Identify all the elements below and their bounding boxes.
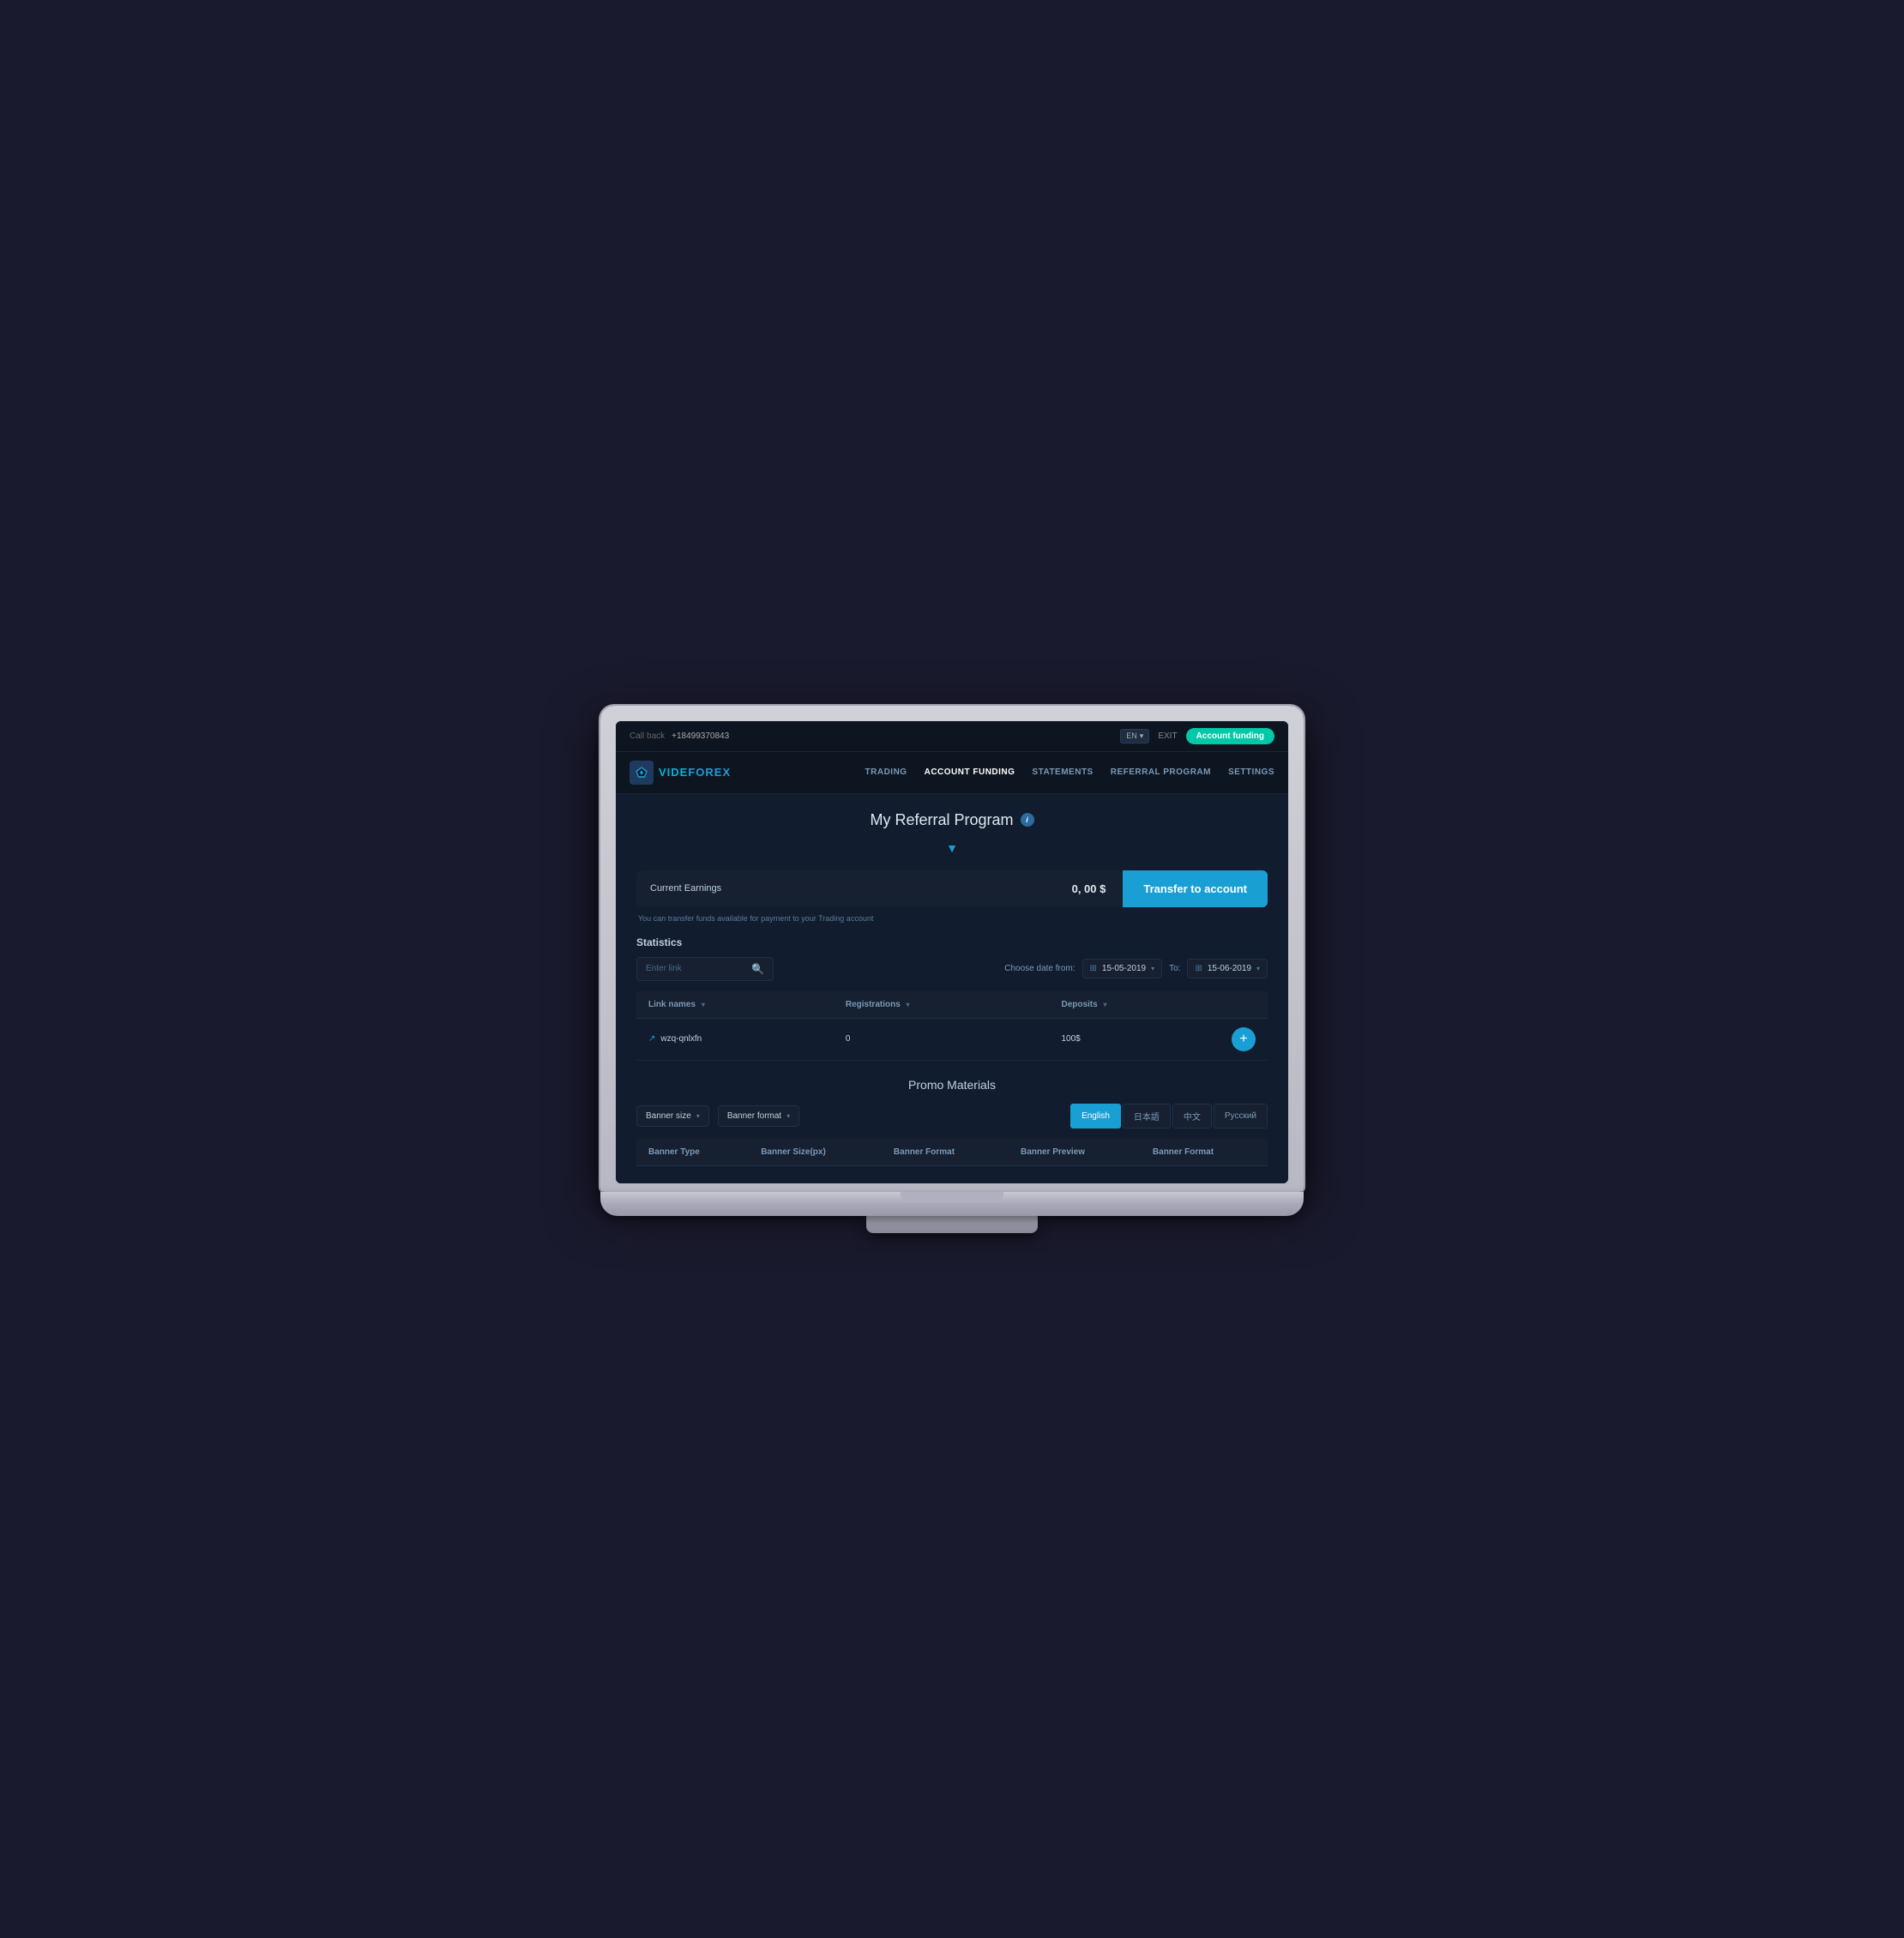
- cell-deposits: 100$: [1049, 1018, 1220, 1060]
- logo-text: VIDEFOREX: [659, 766, 731, 779]
- nav-referral-program[interactable]: REFERRAL PROGRAM: [1111, 767, 1211, 777]
- stats-controls: 🔍 Choose date from: ⊞ 15-05-2019 ▾ To:: [636, 957, 1268, 981]
- lang-tab-english[interactable]: English: [1070, 1104, 1121, 1128]
- date-from-picker[interactable]: ⊞ 15-05-2019 ▾: [1082, 959, 1163, 978]
- sort-registrations-icon[interactable]: ▾: [907, 1001, 910, 1008]
- table-wrapper: Link names ▾ Registrations ▾ Deposits: [636, 991, 1268, 1061]
- stats-table: Link names ▾ Registrations ▾ Deposits: [636, 991, 1268, 1061]
- promo-controls: Banner size ▾ Banner format ▾ English 日本…: [636, 1104, 1268, 1128]
- laptop-notch: [901, 1192, 1003, 1202]
- banner-format-dropdown[interactable]: Banner format ▾: [718, 1105, 799, 1127]
- lang-tab-chinese[interactable]: 中文: [1172, 1104, 1212, 1128]
- sort-deposits-icon[interactable]: ▾: [1103, 1001, 1106, 1008]
- laptop-stand: [866, 1216, 1038, 1233]
- link-cell: ↗ wzq-qnlxfn: [648, 1034, 822, 1044]
- banner-header-row: Banner Type Banner Size(px) Banner Forma…: [636, 1139, 1268, 1166]
- top-bar: Call back +18499370843 EN ▾ EXIT Account…: [616, 721, 1288, 752]
- promo-title: Promo Materials: [636, 1078, 1268, 1092]
- main-content: My Referral Program i ▼ Current Earnings…: [616, 794, 1288, 1183]
- account-funding-button[interactable]: Account funding: [1186, 728, 1274, 744]
- lang-tab-russian[interactable]: Русский: [1214, 1104, 1268, 1128]
- table-row: ↗ wzq-qnlxfn 0 100$ +: [636, 1018, 1268, 1060]
- col-link-names: Link names ▾: [636, 991, 834, 1019]
- col-banner-format2: Banner Format: [1141, 1139, 1268, 1166]
- nav-trading[interactable]: TRADING: [865, 767, 907, 777]
- col-banner-format: Banner Format: [882, 1139, 1009, 1166]
- laptop-base: [600, 1192, 1304, 1216]
- language-selector[interactable]: EN ▾: [1120, 729, 1149, 743]
- statistics-section-title: Statistics: [636, 936, 1268, 948]
- col-registrations: Registrations ▾: [834, 991, 1050, 1019]
- earnings-label: Current Earnings: [636, 871, 1055, 906]
- lang-value: EN: [1126, 731, 1137, 740]
- transfer-note: You can transfer funds available for pay…: [636, 914, 1268, 923]
- laptop-screen: Call back +18499370843 EN ▾ EXIT Account…: [600, 706, 1304, 1192]
- nav-links: TRADING ACCOUNT FUNDING STATEMENTS REFER…: [765, 767, 1274, 777]
- col-banner-preview: Banner Preview: [1009, 1139, 1141, 1166]
- date-to-arrow-icon: ▾: [1256, 965, 1260, 972]
- transfer-to-account-button[interactable]: Transfer to account: [1123, 870, 1268, 907]
- date-to-picker[interactable]: ⊞ 15-06-2019 ▾: [1187, 959, 1268, 978]
- date-to-label: To:: [1169, 964, 1180, 973]
- nav-settings[interactable]: SETTINGS: [1228, 767, 1274, 777]
- banner-format-arrow-icon: ▾: [786, 1112, 790, 1120]
- date-from-value: 15-05-2019: [1102, 964, 1146, 973]
- page-title: My Referral Program i: [870, 811, 1033, 829]
- link-search-input[interactable]: [646, 964, 746, 973]
- page-title-row: My Referral Program i: [636, 811, 1268, 829]
- banner-size-dropdown[interactable]: Banner size ▾: [636, 1105, 709, 1127]
- nav-bar: VIDEFOREX TRADING ACCOUNT FUNDING STATEM…: [616, 752, 1288, 794]
- info-icon[interactable]: i: [1021, 813, 1034, 827]
- banner-table: Banner Type Banner Size(px) Banner Forma…: [636, 1139, 1268, 1166]
- search-icon[interactable]: 🔍: [751, 963, 764, 975]
- top-bar-right: EN ▾ EXIT Account funding: [1120, 728, 1274, 744]
- top-bar-left: Call back +18499370843: [630, 731, 729, 741]
- col-actions: [1220, 991, 1268, 1019]
- nav-statements[interactable]: STATEMENTS: [1032, 767, 1093, 777]
- cell-link: ↗ wzq-qnlxfn: [636, 1018, 834, 1060]
- chevron-down-icon: ▼: [946, 841, 958, 855]
- cell-registrations: 0: [834, 1018, 1050, 1060]
- chevron-row: ▼: [636, 841, 1268, 857]
- phone-number: +18499370843: [672, 731, 729, 741]
- laptop-wrapper: Call back +18499370843 EN ▾ EXIT Account…: [600, 706, 1304, 1233]
- logo-icon: [630, 761, 654, 785]
- callback-label: Call back: [630, 731, 665, 741]
- add-link-button[interactable]: +: [1232, 1027, 1256, 1051]
- language-tabs: English 日本語 中文 Русский: [1070, 1104, 1268, 1128]
- date-from-label: Choose date from:: [1004, 964, 1075, 973]
- link-external-icon: ↗: [648, 1034, 655, 1044]
- earnings-amount: 0, 00 $: [1055, 882, 1124, 895]
- lang-tab-japanese[interactable]: 日本語: [1123, 1104, 1171, 1128]
- calendar-to-icon: ⊞: [1195, 964, 1202, 973]
- app-container: Call back +18499370843 EN ▾ EXIT Account…: [616, 721, 1288, 1183]
- calendar-from-icon: ⊞: [1090, 964, 1097, 973]
- link-search-box: 🔍: [636, 957, 774, 981]
- date-to-value: 15-06-2019: [1208, 964, 1251, 973]
- sort-link-names-icon[interactable]: ▾: [702, 1001, 705, 1008]
- col-banner-type: Banner Type: [636, 1139, 749, 1166]
- cell-add: +: [1220, 1018, 1268, 1060]
- screen-content: Call back +18499370843 EN ▾ EXIT Account…: [616, 721, 1288, 1183]
- banner-size-arrow-icon: ▾: [696, 1112, 700, 1120]
- nav-account-funding[interactable]: ACCOUNT FUNDING: [925, 767, 1015, 777]
- earnings-row: Current Earnings 0, 00 $ Transfer to acc…: [636, 870, 1268, 907]
- date-from-arrow-icon: ▾: [1151, 965, 1154, 972]
- table-header-row: Link names ▾ Registrations ▾ Deposits: [636, 991, 1268, 1019]
- col-deposits: Deposits ▾: [1049, 991, 1220, 1019]
- logo: VIDEFOREX: [630, 761, 731, 785]
- col-banner-size: Banner Size(px): [749, 1139, 882, 1166]
- lang-arrow-icon: ▾: [1140, 731, 1144, 741]
- date-controls: Choose date from: ⊞ 15-05-2019 ▾ To: ⊞ 1…: [1004, 959, 1268, 978]
- exit-button[interactable]: EXIT: [1158, 731, 1177, 741]
